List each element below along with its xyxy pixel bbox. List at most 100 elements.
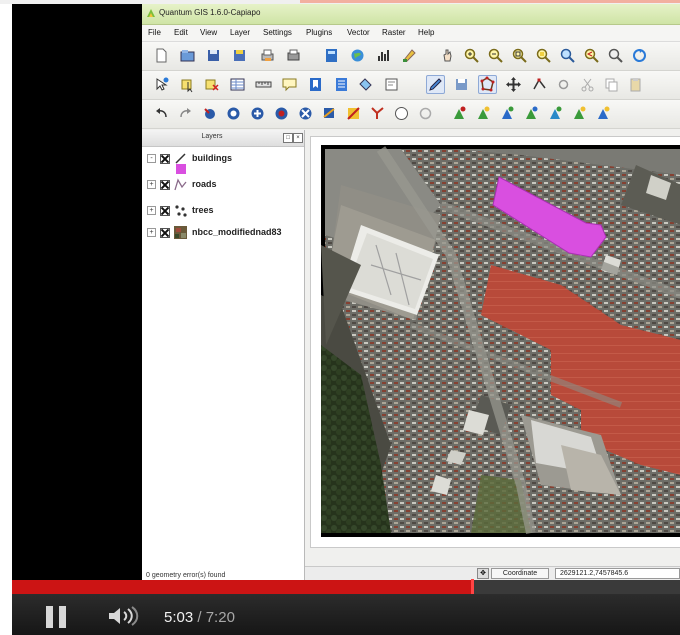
add-wms-icon[interactable] (546, 104, 565, 123)
add-ring-icon[interactable] (224, 104, 243, 123)
pan-icon[interactable] (438, 46, 457, 65)
expand-icon[interactable]: + (147, 228, 156, 237)
add-raster-icon[interactable] (498, 104, 517, 123)
add-part-icon[interactable] (248, 104, 267, 123)
expand-icon[interactable]: + (147, 206, 156, 215)
menu-vector[interactable]: Vector (347, 28, 370, 37)
redo-icon[interactable] (176, 104, 195, 123)
status-bar: ✥ Coordinate 2629121.2,7457845.6 (305, 566, 680, 580)
menu-settings[interactable]: Settings (263, 28, 292, 37)
add-feature-icon[interactable] (478, 75, 497, 94)
menu-view[interactable]: View (200, 28, 217, 37)
zoom-out-icon[interactable] (486, 46, 505, 65)
zoom-actual-icon[interactable] (606, 46, 625, 65)
toggle-editing-icon[interactable] (426, 75, 445, 94)
print-icon[interactable] (284, 46, 303, 65)
add-spatialite-icon[interactable] (570, 104, 589, 123)
map-server-icon[interactable] (322, 46, 341, 65)
new-bookmark-icon[interactable] (306, 75, 325, 94)
layer-row-roads[interactable]: + roads (142, 176, 304, 194)
simplify-feature-icon[interactable] (200, 104, 219, 123)
layer-name: buildings (192, 153, 232, 163)
zoom-last-icon[interactable] (582, 46, 601, 65)
expand-icon[interactable]: - (147, 154, 156, 163)
zoom-selection-icon[interactable] (534, 46, 553, 65)
node-tool-icon[interactable] (530, 75, 549, 94)
identify-icon[interactable] (152, 75, 171, 94)
zoom-layer-icon[interactable] (558, 46, 577, 65)
new-project-icon[interactable] (152, 46, 171, 65)
video-scrubber-handle[interactable] (471, 579, 475, 595)
measure-icon[interactable] (254, 75, 273, 94)
map-canvas[interactable] (321, 145, 680, 537)
time-separator: / (197, 609, 202, 626)
show-bookmarks-icon[interactable] (332, 75, 351, 94)
zoom-full-icon[interactable] (510, 46, 529, 65)
save-as-icon[interactable] (230, 46, 249, 65)
expand-icon[interactable]: + (147, 180, 156, 189)
coordinate-toggle-icon[interactable]: ✥ (477, 568, 489, 579)
georeferencer-icon[interactable] (450, 104, 469, 123)
line-layer-icon (174, 178, 187, 191)
text-annotation-icon[interactable] (356, 75, 375, 94)
undo-icon[interactable] (152, 104, 171, 123)
layer-visibility-checkbox[interactable] (160, 180, 170, 190)
menu-layer[interactable]: Layer (230, 28, 250, 37)
layer-row-trees[interactable]: + trees (142, 202, 304, 220)
video-letterbox (12, 4, 142, 580)
merge-features-icon[interactable] (368, 104, 387, 123)
close-panel-icon[interactable]: × (293, 133, 303, 143)
video-progress-bar[interactable] (12, 579, 680, 595)
menu-help[interactable]: Help (418, 28, 434, 37)
map-tips-icon[interactable] (280, 75, 299, 94)
volume-button[interactable] (107, 605, 141, 627)
left-margin (0, 4, 12, 580)
total-duration: 7:20 (205, 609, 235, 626)
zoom-in-icon[interactable] (462, 46, 481, 65)
cut-features-icon[interactable] (578, 75, 597, 94)
open-project-icon[interactable] (178, 46, 197, 65)
globe-icon[interactable] (348, 46, 367, 65)
refresh-icon[interactable] (630, 46, 649, 65)
menu-bar: File Edit View Layer Settings Plugins Ve… (142, 25, 680, 42)
menu-file[interactable]: File (148, 28, 161, 37)
layer-visibility-checkbox[interactable] (160, 154, 170, 164)
form-annotation-icon[interactable] (382, 75, 401, 94)
move-feature-icon[interactable] (504, 75, 523, 94)
split-features-icon[interactable] (344, 104, 363, 123)
select-features-icon[interactable] (178, 75, 197, 94)
rotate-point-icon[interactable] (416, 104, 435, 123)
print-composer-icon[interactable] (258, 46, 277, 65)
video-progress-fill (12, 580, 473, 594)
raster-layer-icon (174, 226, 187, 239)
layer-row-raster[interactable]: + nbcc_modifiednad83 (142, 224, 304, 242)
pause-button[interactable] (46, 606, 68, 628)
new-shapefile-icon[interactable] (594, 104, 613, 123)
speaker-icon (109, 606, 139, 626)
menu-plugins[interactable]: Plugins (306, 28, 332, 37)
attribute-table-icon[interactable] (228, 75, 247, 94)
delete-selected-icon[interactable] (554, 75, 573, 94)
qgis-window: Quantum GIS 1.6.0-Capiapo File Edit View… (142, 4, 680, 580)
add-postgis-icon[interactable] (522, 104, 541, 123)
menu-raster[interactable]: Raster (382, 28, 406, 37)
delete-ring-icon[interactable] (272, 104, 291, 123)
coordinate-value[interactable]: 2629121.2,7457845.6 (555, 568, 680, 579)
layer-name: roads (192, 179, 217, 189)
delete-part-icon[interactable] (296, 104, 315, 123)
copy-features-icon[interactable] (602, 75, 621, 94)
layer-visibility-checkbox[interactable] (160, 228, 170, 238)
add-vector-icon[interactable] (474, 104, 493, 123)
reshape-features-icon[interactable] (320, 104, 339, 123)
save-edits-icon[interactable] (452, 75, 471, 94)
layer-visibility-checkbox[interactable] (160, 206, 170, 216)
save-project-icon[interactable] (204, 46, 223, 65)
statistics-icon[interactable] (374, 46, 393, 65)
style-manager-icon[interactable] (400, 46, 419, 65)
paste-features-icon[interactable] (626, 75, 645, 94)
deselect-icon[interactable] (202, 75, 221, 94)
float-panel-icon[interactable]: □ (283, 133, 293, 143)
offset-curve-icon[interactable] (392, 104, 411, 123)
menu-edit[interactable]: Edit (174, 28, 188, 37)
current-time: 5:03 (164, 609, 194, 626)
